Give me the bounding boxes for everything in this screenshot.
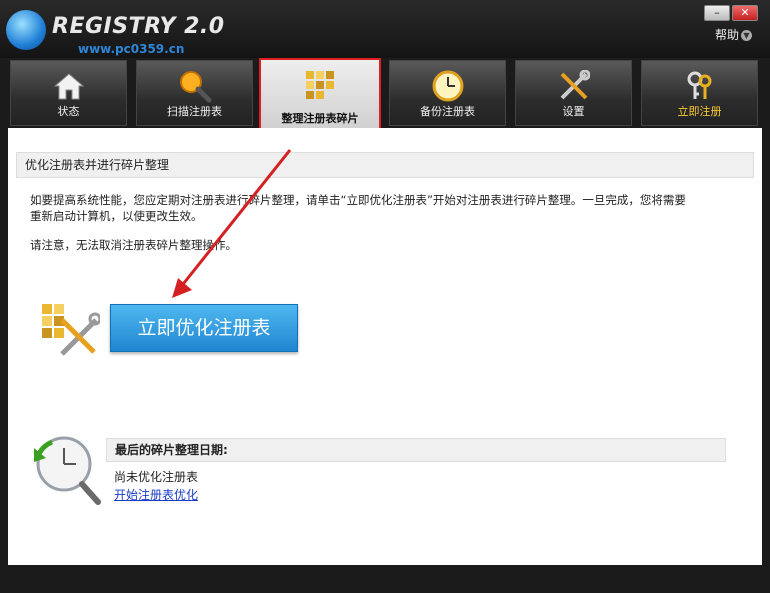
app-title: REGISTRY 2.0 — [52, 14, 225, 39]
start-optimize-link[interactable]: 开始注册表优化 — [114, 486, 198, 503]
optimize-registry-button[interactable]: 立即优化注册表 — [110, 304, 298, 352]
tab-defrag-registry[interactable]: 整理注册表碎片 — [259, 58, 381, 134]
tools-icon — [557, 69, 591, 103]
help-label: 帮助 — [714, 28, 739, 42]
last-defrag-clock-icon — [32, 434, 104, 510]
description-line-1: 如要提高系统性能，您应定期对注册表进行碎片整理，请单击“立即优化注册表”开始对注… — [30, 193, 686, 207]
defrag-tools-icon — [40, 302, 102, 358]
magnifier-icon — [178, 69, 212, 103]
last-defrag-date-value: 尚未优化注册表 — [114, 470, 199, 484]
warning-note: 请注意，无法取消注册表碎片整理操作。 — [30, 238, 237, 252]
tab-scan-label: 扫描注册表 — [167, 105, 222, 118]
close-button[interactable]: ✕ — [732, 5, 758, 21]
tab-settings-label: 设置 — [562, 105, 585, 118]
description-line-2: 重新启动计算机，以使更改生效。 — [30, 209, 203, 223]
tab-register-now[interactable]: 立即注册 — [641, 60, 758, 126]
watermark-url: www.pc0359.cn — [78, 42, 185, 56]
title-bar: REGISTRY 2.0 www.pc0359.cn – ✕ 帮助 ▼ — [0, 0, 770, 58]
app-logo-icon — [6, 10, 46, 50]
clock-icon — [431, 69, 465, 103]
tab-scan-registry[interactable]: 扫描注册表 — [136, 60, 253, 126]
tab-register-label: 立即注册 — [677, 105, 722, 118]
status-bar — [0, 565, 770, 593]
main-tab-bar: 状态 扫描注册表 整理注册表碎片 备份注册表 设置 立即注册 — [0, 58, 770, 134]
tab-status[interactable]: 状态 — [10, 60, 127, 126]
help-menu[interactable]: 帮助 ▼ — [715, 26, 752, 43]
tab-backup-label: 备份注册表 — [420, 105, 475, 118]
defrag-blocks-icon — [303, 68, 337, 102]
tab-settings[interactable]: 设置 — [515, 60, 632, 126]
minimize-button[interactable]: – — [704, 5, 730, 21]
tab-defrag-label: 整理注册表碎片 — [281, 112, 359, 125]
keys-icon — [683, 69, 717, 103]
section-title: 优化注册表并进行碎片整理 — [16, 152, 754, 178]
home-icon — [52, 69, 86, 103]
tab-status-label: 状态 — [57, 105, 80, 118]
chevron-down-icon: ▼ — [741, 30, 752, 41]
tab-backup-registry[interactable]: 备份注册表 — [389, 60, 506, 126]
last-defrag-date-header: 最后的碎片整理日期: — [106, 438, 726, 462]
content-panel: 优化注册表并进行碎片整理 如要提高系统性能，您应定期对注册表进行碎片整理，请单击… — [8, 128, 762, 565]
